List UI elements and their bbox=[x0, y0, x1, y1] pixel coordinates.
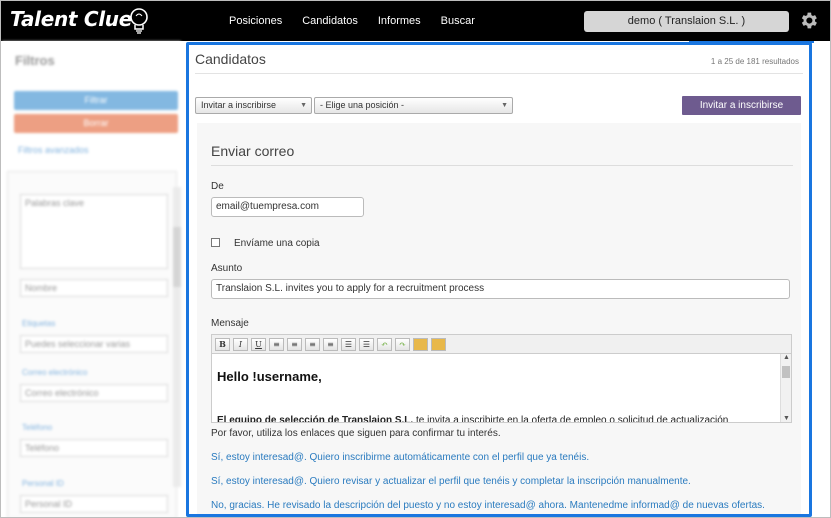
scroll-thumb[interactable] bbox=[782, 366, 790, 378]
paste-icon[interactable] bbox=[413, 337, 428, 351]
subject-field[interactable]: Translaion S.L. invites you to apply for… bbox=[211, 279, 790, 299]
filter-button[interactable]: Filtrar bbox=[14, 91, 178, 110]
email-filter-field[interactable]: Correo electrónico bbox=[20, 384, 168, 402]
tags-field[interactable]: Puedes seleccionar varias bbox=[20, 335, 168, 353]
phone-label: Teléfono bbox=[22, 423, 53, 432]
numbered-list-button[interactable]: ☰ bbox=[359, 337, 374, 351]
editor-bold-text: El equipo de selección de Translaion S.L… bbox=[217, 415, 414, 423]
position-select-value: - Elige una posición - bbox=[320, 100, 405, 110]
action-select[interactable]: Invitar a inscribirse ▼ bbox=[195, 97, 312, 114]
filters-sidebar: Filtros Filtrar Borrar Filtros avanzados… bbox=[2, 41, 181, 517]
editor-rest-text: te invita a inscribirte en la oferta de … bbox=[413, 415, 729, 423]
editor-paragraph: El equipo de selección de Translaion S.L… bbox=[217, 415, 777, 423]
position-select[interactable]: - Elige una posición - ▼ bbox=[314, 97, 513, 114]
sidebar-title: Filtros bbox=[15, 53, 55, 68]
decline-link[interactable]: No, gracias. He revisado la descripción … bbox=[211, 500, 765, 511]
invite-button[interactable]: Invitar a inscribirse bbox=[682, 96, 801, 115]
undo-button[interactable]: ↶ bbox=[377, 337, 392, 351]
lightbulb-icon bbox=[130, 8, 148, 34]
page-title: Candidatos bbox=[195, 51, 266, 67]
results-count: 1 a 25 de 181 resultados bbox=[710, 57, 799, 66]
clear-button[interactable]: Borrar bbox=[14, 114, 178, 133]
nav-buscar[interactable]: Buscar bbox=[441, 15, 475, 27]
logo[interactable]: Talent Clue bbox=[10, 7, 132, 31]
manual-apply-link[interactable]: Sí, estoy interesad@. Quiero revisar y a… bbox=[211, 476, 691, 487]
message-editor[interactable]: Hello !username, El equipo de selección … bbox=[211, 353, 792, 423]
main-nav: Posiciones Candidatos Informes Buscar bbox=[229, 15, 475, 27]
form-title: Enviar correo bbox=[211, 143, 295, 159]
editor-scrollbar[interactable]: ▲ ▼ bbox=[780, 354, 791, 422]
align-left-button[interactable]: ≡ bbox=[269, 337, 284, 351]
page-scroll-strip bbox=[816, 41, 826, 517]
candidates-panel: Candidatos 1 a 25 de 181 resultados Invi… bbox=[186, 42, 812, 517]
top-bar: Talent Clue Posiciones Candidatos Inform… bbox=[1, 1, 830, 41]
italic-button[interactable]: I bbox=[233, 337, 248, 351]
filters-panel: Palabras clave Nombre Etiquetas Puedes s… bbox=[7, 171, 181, 517]
align-center-button[interactable]: ≡ bbox=[287, 337, 302, 351]
editor-heading: Hello !username, bbox=[217, 369, 322, 384]
account-selector[interactable]: demo ( Translaion S.L. ) bbox=[584, 11, 789, 32]
email-form: Enviar correo De email@tuempresa.com Env… bbox=[197, 123, 801, 514]
paste-word-icon[interactable] bbox=[431, 337, 446, 351]
align-right-button[interactable]: ≡ bbox=[305, 337, 320, 351]
nav-informes[interactable]: Informes bbox=[378, 15, 421, 27]
advanced-filters-link[interactable]: Filtros avanzados bbox=[18, 145, 89, 155]
app-window: Talent Clue Posiciones Candidatos Inform… bbox=[0, 0, 831, 518]
underline-button[interactable]: U bbox=[251, 337, 266, 351]
bold-button[interactable]: B bbox=[215, 337, 230, 351]
message-label: Mensaje bbox=[211, 318, 249, 329]
redo-button[interactable]: ↷ bbox=[395, 337, 410, 351]
chevron-down-icon: ▼ bbox=[501, 102, 508, 109]
keywords-textarea[interactable]: Palabras clave bbox=[20, 194, 168, 269]
name-select[interactable]: Nombre bbox=[20, 279, 168, 297]
nav-posiciones[interactable]: Posiciones bbox=[229, 15, 282, 27]
from-label: De bbox=[211, 181, 224, 192]
confirm-text: Por favor, utiliza los enlaces que sigue… bbox=[211, 428, 501, 439]
editor-toolbar: B I U ≡ ≡ ≡ ≡ ☰ ☰ ↶ ↷ bbox=[211, 334, 792, 353]
copy-checkbox[interactable] bbox=[211, 238, 220, 247]
scroll-down-icon[interactable]: ▼ bbox=[783, 415, 790, 422]
subject-label: Asunto bbox=[211, 263, 243, 274]
divider bbox=[211, 165, 793, 166]
nav-candidatos[interactable]: Candidatos bbox=[302, 15, 358, 27]
from-field[interactable]: email@tuempresa.com bbox=[211, 197, 364, 217]
gear-icon[interactable] bbox=[798, 10, 819, 31]
tags-label: Etiquetas bbox=[22, 319, 56, 328]
copy-label: Envíame una copia bbox=[234, 238, 320, 249]
chevron-down-icon: ▼ bbox=[300, 102, 307, 109]
divider bbox=[195, 73, 803, 74]
phone-field[interactable]: Teléfono bbox=[20, 439, 168, 457]
action-select-value: Invitar a inscribirse bbox=[201, 100, 277, 110]
bullet-list-button[interactable]: ☰ bbox=[341, 337, 356, 351]
personal-id-label: Personal ID bbox=[22, 479, 64, 488]
auto-apply-link[interactable]: Sí, estoy interesad@. Quiero inscribirme… bbox=[211, 452, 589, 463]
sidebar-scrollbar[interactable] bbox=[173, 187, 181, 487]
email-label: Correo electrónico bbox=[22, 368, 88, 377]
justify-button[interactable]: ≡ bbox=[323, 337, 338, 351]
personal-id-field[interactable]: Personal ID bbox=[20, 495, 168, 513]
scroll-up-icon[interactable]: ▲ bbox=[783, 354, 790, 361]
